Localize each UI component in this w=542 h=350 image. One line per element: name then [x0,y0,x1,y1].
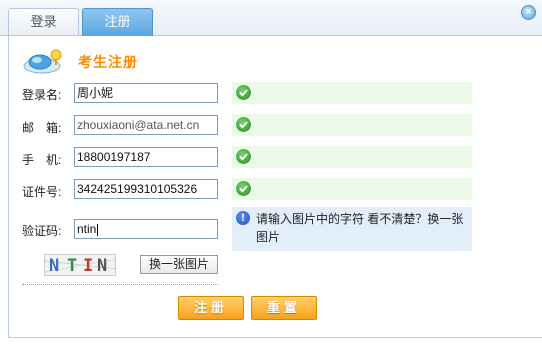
email-field[interactable]: zhouxiaoni@ata.net.cn [74,115,218,135]
id-number-label: 证件号: [22,185,62,199]
close-icon[interactable]: × [521,5,536,20]
tab-bar: 登录 注册 × [0,0,542,36]
tab-login[interactable]: 登录 [8,8,79,35]
check-circle-icon [236,85,251,100]
phone-label: 手 机: [22,153,62,167]
text-cursor [97,223,99,236]
captcha-char: I [83,256,94,276]
user-card-icon [23,49,62,74]
register-dialog: 登录 注册 × 考生注册 登录名: 周小妮 邮 箱: zhouxiaoni@at… [0,0,542,350]
refresh-captcha-button[interactable]: 换一张图片 [140,255,218,274]
captcha-char: T [67,256,78,276]
id-number-input[interactable]: 342425199310105326 [74,179,218,199]
captcha-hint-text: 请输入图片中的字符 看不清楚？换一张图片 [256,212,464,244]
username-label: 登录名: [22,88,62,102]
captcha-input-value: ntin [77,222,97,236]
email-label: 邮 箱: [22,121,62,135]
captcha-hint: ! 请输入图片中的字符 看不清楚？换一张图片 [232,207,472,251]
id-number-validation [232,178,472,200]
captcha-label: 验证码: [22,224,62,238]
email-validation [232,114,472,136]
check-circle-icon [236,181,251,196]
divider [22,284,218,285]
captcha-char: N [49,256,60,276]
check-circle-icon [236,117,251,132]
captcha-image[interactable]: N T I N [44,254,116,276]
submit-button[interactable]: 注册 [178,296,244,320]
check-circle-icon [236,149,251,164]
form-title: 考生注册 [78,54,138,70]
phone-input[interactable]: 18800197187 [74,147,218,167]
captcha-input[interactable]: ntin [74,219,218,239]
username-validation [232,82,472,104]
username-input[interactable]: 周小妮 [74,83,218,103]
phone-validation [232,146,472,168]
captcha-char: N [97,256,108,276]
tab-register[interactable]: 注册 [82,8,153,36]
reset-button[interactable]: 重置 [251,296,317,320]
info-icon: ! [236,211,250,225]
